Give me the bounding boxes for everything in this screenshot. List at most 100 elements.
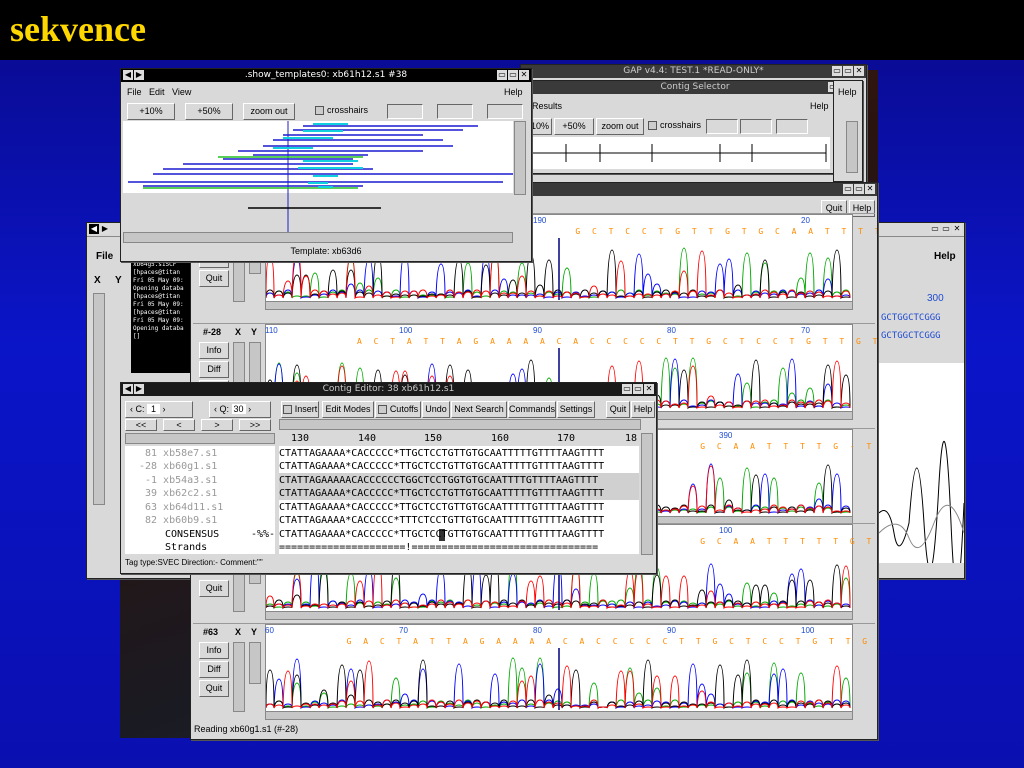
edit-modes-button[interactable]: Edit Modes (322, 401, 374, 418)
panel-diff-button[interactable]: Diff (199, 661, 229, 678)
templates-edit-menu[interactable]: Edit (149, 87, 165, 97)
contig-selector-window: Contig Selector ▭▭✕ Results Help 10% +50… (527, 80, 863, 174)
ruler-tick: 140 (358, 433, 377, 444)
panel-diff-button[interactable]: Diff (199, 361, 229, 378)
results-menu[interactable]: Results (532, 101, 562, 111)
c-value[interactable]: 1 (147, 404, 161, 414)
nav-first-button[interactable]: << (125, 419, 157, 431)
trace-ruler-tick: 90 (667, 626, 676, 635)
panel-info-button[interactable]: Info (199, 342, 229, 359)
trace-ruler-tick: 70 (801, 326, 810, 335)
q-spinner[interactable]: ‹ Q: 30 › (209, 401, 271, 418)
contig-editor-titlebar: ◀ ▶ Contig Editor: 38 xb61h12.s1 ▭ ▭ ✕ (121, 383, 656, 396)
editor-quit-button[interactable]: Quit (606, 401, 630, 418)
sequence-vscroll[interactable] (641, 433, 653, 555)
read-sequence[interactable]: CTATTAGAAAA*CACCCCC*TTTCTCCTGTTGTGCAATTT… (279, 514, 604, 528)
c-spinner[interactable]: ‹ C: 1 › (125, 401, 193, 418)
read-sequence[interactable]: CTATTAGAAAA*CACCCCC*TTGCTCCTGTTGTGCAATTT… (279, 460, 604, 474)
templates-status: Template: xb63d6 (290, 246, 362, 256)
contig-crosshairs-toggle[interactable]: crosshairs (648, 120, 701, 131)
nav-next-button[interactable]: > (201, 419, 233, 431)
settings-button[interactable]: Settings (557, 401, 595, 418)
q-value[interactable]: 30 (231, 404, 246, 414)
trace-hscroll[interactable] (265, 301, 853, 310)
ruler-tick: 18 (625, 433, 638, 444)
read-sequence[interactable]: CTATTAGAAAA*CACCCCC*TTGCTCCTGTTGTGCAATTT… (279, 487, 604, 501)
gap-side-scrollbar[interactable] (846, 121, 858, 173)
read-sequence[interactable]: CTATTAGAAAA*CACCCCC*TTGCTCCTGTTGTGCAATTT… (279, 501, 604, 515)
templates-hscroll[interactable] (123, 232, 513, 243)
trace-ruler-tick: 390 (719, 431, 733, 440)
read-name[interactable]: 82 xb60b9.s1 (145, 514, 217, 528)
templates-vscroll[interactable] (514, 121, 526, 195)
templates-field-1[interactable] (387, 104, 423, 119)
nav-last-button[interactable]: >> (239, 419, 271, 431)
panel-quit-button[interactable]: Quit (199, 270, 229, 287)
read-name[interactable]: 39 xb62c2.s1 (145, 487, 217, 501)
contig-field-3[interactable] (776, 119, 808, 134)
read-name[interactable]: -28 xb60g1.s1 (139, 460, 217, 474)
log-line: Opening databa (133, 285, 184, 292)
templates-zoom-out-button[interactable]: zoom out (243, 103, 295, 120)
sequence-hscroll[interactable] (279, 419, 641, 430)
commands-button[interactable]: Commands (508, 401, 556, 418)
trace-hscroll[interactable] (265, 711, 853, 720)
log-line: xb64g5.s1SCF (133, 261, 177, 268)
read-sequence[interactable]: CTATTAGAAAAACACCCCCCTGGCTCCTGGTGTGCAATTT… (279, 474, 598, 488)
templates-zoom-10-button[interactable]: +10% (127, 103, 175, 120)
templates-field-2[interactable] (437, 104, 473, 119)
templates-field-3[interactable] (487, 104, 523, 119)
panel-info-button[interactable]: Info (199, 642, 229, 659)
templates-zoom-50-button[interactable]: +50% (185, 103, 233, 120)
right-arrow-icon[interactable]: › (163, 404, 166, 414)
read-sequence[interactable]: CTATTAGAAAA*CACCCCC*TTGCTCCTGTTGTGCAATTT… (279, 447, 604, 461)
ruler-row: 130 140 150 160 170 18 (291, 433, 641, 445)
next-search-button[interactable]: Next Search (451, 401, 507, 418)
panel-id: #63 (203, 627, 219, 637)
log-line: Fri 05 May 09: (133, 277, 184, 284)
panel-vscroll[interactable] (233, 642, 245, 712)
back-right-help-menu[interactable]: Help (934, 251, 956, 262)
panel-vscroll-2[interactable] (249, 342, 261, 384)
read-name[interactable]: 63 xb64d11.s1 (145, 501, 223, 515)
trace-ruler-tick: 100 (719, 526, 733, 535)
panel-quit-button[interactable]: Quit (199, 680, 229, 697)
templates-file-menu[interactable]: File (127, 87, 142, 97)
trace-ruler-tick: 60 (265, 626, 274, 635)
base-calls: G C T C C T G T T G T G C A A T T T T T … (575, 227, 877, 236)
editor-help-button[interactable]: Help (631, 401, 655, 418)
panel-quit-button[interactable]: Quit (199, 580, 229, 597)
insert-button[interactable]: Insert (281, 401, 319, 418)
templates-help-menu[interactable]: Help (504, 87, 523, 97)
read-name[interactable]: -1 xb54a3.s1 (145, 474, 217, 488)
contig-selector-titlebar: Contig Selector ▭▭✕ (528, 81, 862, 94)
panel-vscroll-2[interactable] (249, 642, 261, 684)
gap-main-help[interactable]: Help (838, 87, 857, 97)
templates-view-menu[interactable]: View (172, 87, 191, 97)
nav-prev-button[interactable]: < (163, 419, 195, 431)
contig-field-1[interactable] (706, 119, 738, 134)
contig-zoom-50-button[interactable]: +50% (554, 118, 594, 135)
trace-ruler-tick: 20 (801, 216, 810, 225)
consensus-flag: -%%- (251, 529, 276, 540)
read-name[interactable]: 81 xb58e7.s1 (145, 447, 217, 461)
trace-ruler-tick: 190 (533, 216, 547, 225)
undo-button[interactable]: Undo (422, 401, 450, 418)
names-hscroll[interactable] (125, 433, 275, 444)
back-left-scrollbar[interactable] (93, 293, 105, 505)
trace-hscroll[interactable] (265, 611, 853, 620)
log-line: Opening databa (133, 325, 184, 332)
contig-field-2[interactable] (740, 119, 772, 134)
template-detail-plot (123, 193, 513, 233)
right-arrow-icon[interactable]: › (248, 404, 251, 414)
contig-selector-help[interactable]: Help (810, 101, 829, 111)
templates-crosshairs-toggle[interactable]: crosshairs (315, 105, 368, 116)
sequence-panel: CTATTAGAAAA*CACCCCC*TTGCTCCTGTTGTGCAATTT… (279, 446, 639, 554)
strands-name[interactable]: Strands (165, 541, 207, 555)
cutoffs-button[interactable]: Cutoffs (375, 401, 421, 418)
consensus-name[interactable]: CONSENSUS (165, 528, 219, 542)
back-left-file-menu[interactable]: File (96, 251, 113, 262)
q-label: Q: (219, 404, 230, 414)
back-left-y-label: Y (115, 275, 122, 286)
contig-zoom-out-button[interactable]: zoom out (596, 118, 644, 135)
